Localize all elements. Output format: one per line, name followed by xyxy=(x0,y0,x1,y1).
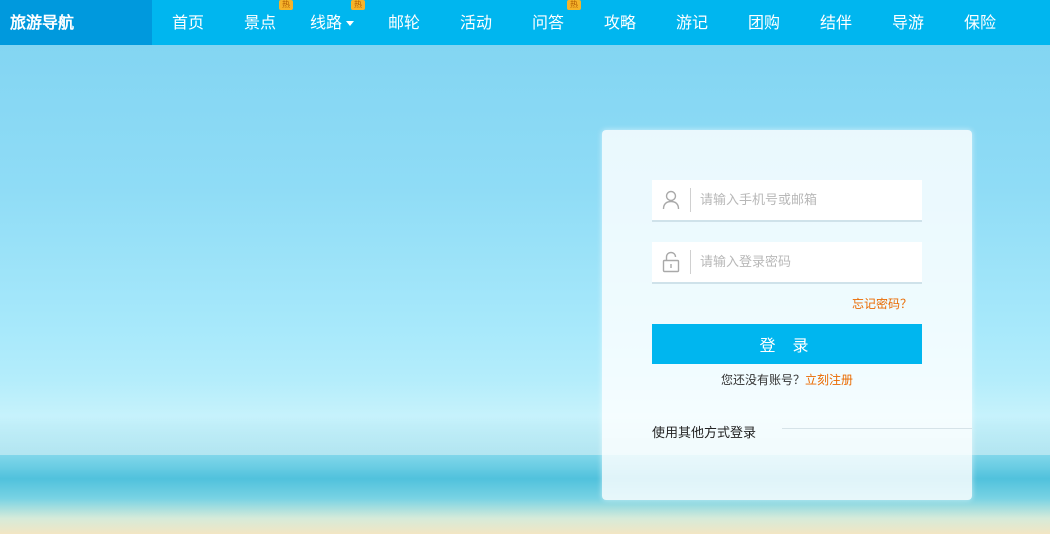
nav-item-label: 结伴 xyxy=(819,13,852,32)
nav-item-guides[interactable]: 攻略 xyxy=(584,0,656,45)
nav-item-label: 邮轮 xyxy=(387,13,420,32)
username-input[interactable] xyxy=(691,181,922,219)
nav-item-label: 景点 xyxy=(243,13,276,32)
nav-item-label: 线路 xyxy=(309,13,342,32)
password-input[interactable] xyxy=(691,243,922,281)
nav-item-qa[interactable]: 问答 热 xyxy=(512,0,584,45)
lock-icon xyxy=(652,242,690,282)
no-account-text: 您还没有账号？ xyxy=(720,373,805,387)
top-nav: 旅游导航 首页 景点 热 线路 热 邮轮 活动 问答 热 攻略 游记 团购 结伴… xyxy=(0,0,1050,45)
nav-item-label: 问答 xyxy=(531,13,564,32)
hot-badge: 热 xyxy=(567,0,581,10)
nav-item-insurance[interactable]: 保险 xyxy=(944,0,1016,45)
nav-item-home[interactable]: 首页 xyxy=(152,0,224,45)
other-login-divider xyxy=(782,428,972,429)
nav-item-label: 团购 xyxy=(747,13,780,32)
user-icon xyxy=(652,180,690,220)
nav-item-group-buy[interactable]: 团购 xyxy=(728,0,800,45)
register-link[interactable]: 立刻注册 xyxy=(805,373,853,387)
other-login-label: 使用其他方式登录 xyxy=(652,426,757,441)
hot-badge: 热 xyxy=(351,0,365,10)
nav-item-label: 导游 xyxy=(891,13,924,32)
login-card: 忘记密码？ 登 录 您还没有账号？立刻注册 使用其他方式登录 xyxy=(602,130,972,500)
nav-item-companions[interactable]: 结伴 xyxy=(800,0,872,45)
nav-item-label: 游记 xyxy=(675,13,708,32)
nav-item-travelogues[interactable]: 游记 xyxy=(656,0,728,45)
nav-item-tour-guides[interactable]: 导游 xyxy=(872,0,944,45)
hot-badge: 热 xyxy=(279,0,293,10)
caret-down-icon xyxy=(346,21,354,26)
nav-item-attractions[interactable]: 景点 热 xyxy=(224,0,296,45)
password-field xyxy=(652,242,922,284)
nav-item-routes[interactable]: 线路 热 xyxy=(296,0,368,45)
nav-menu: 首页 景点 热 线路 热 邮轮 活动 问答 热 攻略 游记 团购 结伴 导游 保… xyxy=(152,0,1016,45)
login-button[interactable]: 登 录 xyxy=(652,324,922,364)
register-prompt: 您还没有账号？立刻注册 xyxy=(652,371,922,388)
nav-item-label: 首页 xyxy=(171,13,204,32)
nav-item-label: 保险 xyxy=(963,13,996,32)
nav-item-events[interactable]: 活动 xyxy=(440,0,512,45)
forgot-password-link[interactable]: 忘记密码？ xyxy=(852,295,912,312)
nav-item-label: 攻略 xyxy=(603,13,636,32)
nav-item-cruise[interactable]: 邮轮 xyxy=(368,0,440,45)
username-field xyxy=(652,180,922,222)
nav-item-label: 活动 xyxy=(459,13,492,32)
site-brand[interactable]: 旅游导航 xyxy=(0,0,152,45)
